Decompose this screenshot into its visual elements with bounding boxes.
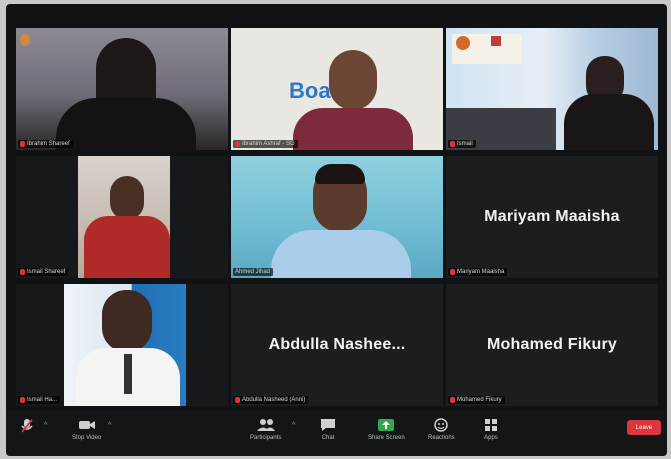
participant-name-tag: Ismail Shareef	[18, 268, 69, 276]
leave-button[interactable]: Leave	[627, 420, 661, 435]
gallery-grid: Ibrahim Shareef Boa...g Ibrahim Ashraf -…	[16, 28, 658, 408]
participant-tile[interactable]: Ibrahim Shareef	[16, 28, 228, 150]
chevron-up-icon[interactable]: ^	[108, 422, 111, 429]
participant-name-tag: Ibrahim Ashraf - SG	[233, 140, 298, 148]
muted-mic-icon	[20, 141, 25, 147]
toolbar-label: Chat	[321, 435, 335, 441]
participants-icon	[256, 419, 275, 431]
muted-mic-icon	[20, 397, 25, 403]
zoom-window: Ibrahim Shareef Boa...g Ibrahim Ashraf -…	[6, 4, 667, 456]
participant-tile[interactable]: Ismail Shareef	[16, 156, 228, 278]
participant-video	[16, 284, 228, 406]
participant-name: Ibrahim Ashraf - SG	[242, 141, 295, 147]
chevron-up-icon[interactable]: ^	[44, 422, 47, 429]
toolbar-label: Share Screen	[368, 435, 405, 441]
participant-video: Boa...g	[231, 28, 443, 150]
muted-microphone-icon	[21, 419, 33, 433]
participant-name-tag: Ismail	[448, 140, 476, 148]
participant-tile[interactable]: Mohamed Fikury Mohamed Fikury	[446, 284, 658, 406]
muted-mic-icon	[450, 397, 455, 403]
participant-name: Abdulla Nasheed (Anni)	[242, 397, 306, 403]
participant-name: Mariyam Maaisha	[457, 269, 505, 275]
participant-video	[16, 156, 228, 278]
toolbar-label: Stop Video	[72, 435, 102, 441]
toolbar-label: Reactions	[428, 435, 455, 441]
participant-video	[16, 28, 228, 150]
participant-video	[231, 156, 443, 278]
participant-name: Ibrahim Shareef	[27, 141, 70, 147]
participant-tile[interactable]: Boa...g Ibrahim Ashraf - SG	[231, 28, 443, 150]
participant-name-tag: Ahmed Jihad	[233, 268, 274, 276]
muted-mic-icon	[450, 141, 455, 147]
muted-mic-icon	[450, 269, 455, 275]
participant-name-tag: Mohamed Fikury	[448, 396, 505, 404]
participant-display-name: Mohamed Fikury	[487, 336, 617, 353]
reactions-button[interactable]: Reactions	[428, 418, 455, 441]
share-screen-icon	[378, 419, 395, 431]
muted-mic-icon	[20, 269, 25, 275]
participant-tile[interactable]: Ismail Ha...	[16, 284, 228, 406]
meeting-toolbar: ^ Stop Video ^ Participants ^ Chat Share…	[6, 410, 667, 456]
participant-name-tag: Abdulla Nasheed (Anni)	[233, 396, 309, 404]
participant-name: Mohamed Fikury	[457, 397, 502, 403]
chevron-up-icon[interactable]: ^	[292, 422, 295, 429]
toolbar-label: Apps	[484, 435, 498, 441]
chat-bubble-icon	[321, 419, 335, 431]
participant-tile[interactable]: Mariyam Maaisha Mariyam Maaisha	[446, 156, 658, 278]
chat-button[interactable]: Chat	[320, 418, 336, 441]
participant-tile-active-speaker[interactable]: Ahmed Jihad	[231, 156, 443, 278]
participant-display-name: Mariyam Maaisha	[484, 208, 620, 225]
toolbar-label: Participants	[250, 435, 282, 441]
participant-display-name: Abdulla Nashee...	[268, 336, 406, 353]
participant-video	[446, 28, 658, 150]
apps-button[interactable]: Apps	[484, 418, 498, 441]
mute-button[interactable]	[20, 418, 34, 434]
muted-mic-icon	[235, 141, 240, 147]
participant-name: Ismail	[457, 141, 473, 147]
video-camera-icon	[78, 421, 95, 429]
participant-name-tag: Mariyam Maaisha	[448, 268, 508, 276]
participant-name: Ismail Ha...	[27, 397, 58, 403]
participant-name: Ismail Shareef	[27, 269, 66, 275]
participant-tile[interactable]: Abdulla Nashee... Abdulla Nasheed (Anni)	[231, 284, 443, 406]
share-screen-button[interactable]: Share Screen	[368, 418, 405, 441]
participant-name-tag: Ismail Ha...	[18, 396, 61, 404]
reactions-icon	[434, 418, 449, 432]
apps-icon	[485, 419, 497, 431]
participant-name-tag: Ibrahim Shareef	[18, 140, 73, 148]
muted-mic-icon	[235, 397, 240, 403]
participant-name: Ahmed Jihad	[235, 269, 271, 275]
participants-button[interactable]: Participants	[250, 418, 281, 441]
participant-tile[interactable]: Ismail	[446, 28, 658, 150]
stop-video-button[interactable]: Stop Video	[72, 418, 101, 441]
